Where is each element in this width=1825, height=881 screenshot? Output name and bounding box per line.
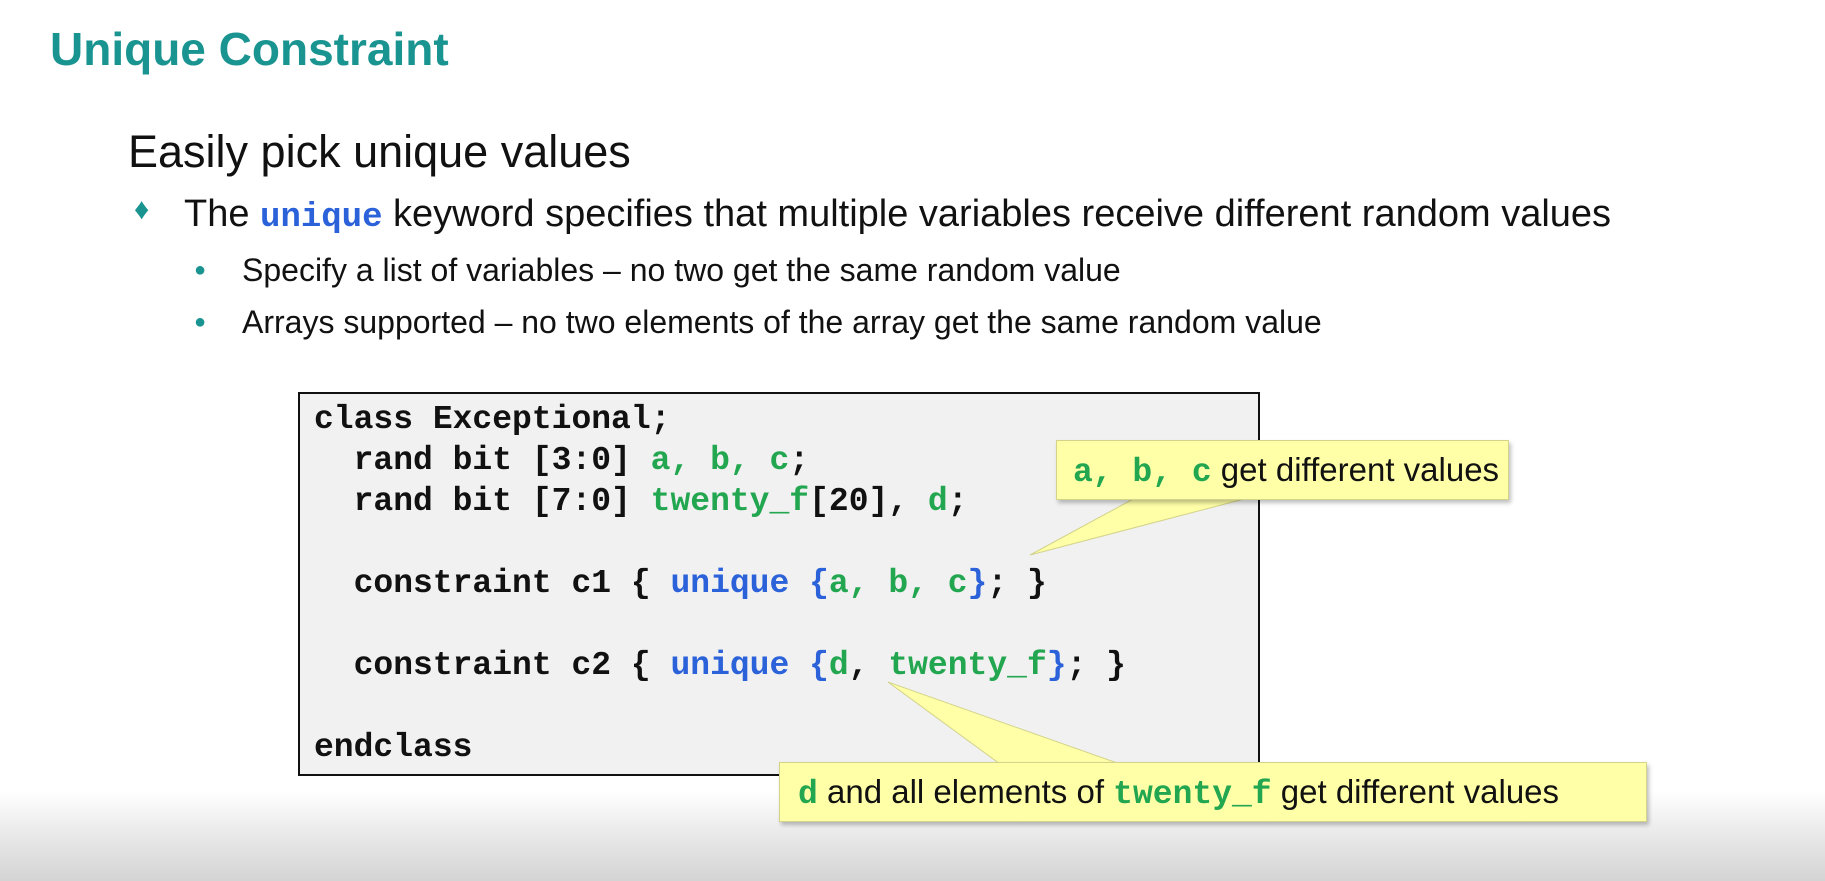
diamond-bullet-icon: ♦ [134,193,150,226]
dot-bullet-icon: ● [194,259,207,281]
dot-bullet-icon: ● [194,311,207,333]
main-bullet-text: The unique keyword specifies that multip… [184,193,1611,237]
code-line-3: rand bit [7:0] twenty_f[20], d; [314,483,968,520]
callout-twenty-f: d and all elements of twenty_f get diffe… [779,762,1647,822]
code-line-2: rand bit [3:0] a, b, c; [314,442,810,479]
bullet-suffix: keyword specifies that multiple variable… [393,193,1612,235]
code-line-5: constraint c2 { unique {d, twenty_f}; } [314,647,1126,684]
bullet-prefix: The [184,193,250,235]
slide-title: Unique Constraint [50,23,449,75]
code-line-6: endclass [314,729,473,766]
code-line-1: class Exceptional; [314,401,671,438]
code-line-4: constraint c1 { unique {a, b, c}; } [314,565,1047,602]
slide-heading: Easily pick unique values [128,126,631,177]
sub-bullet-text: Specify a list of variables – no two get… [242,252,1121,288]
callout-abc: a, b, c get different values [1056,440,1509,500]
unique-keyword: unique [260,199,383,237]
sub-bullet-text: Arrays supported – no two elements of th… [242,304,1322,340]
